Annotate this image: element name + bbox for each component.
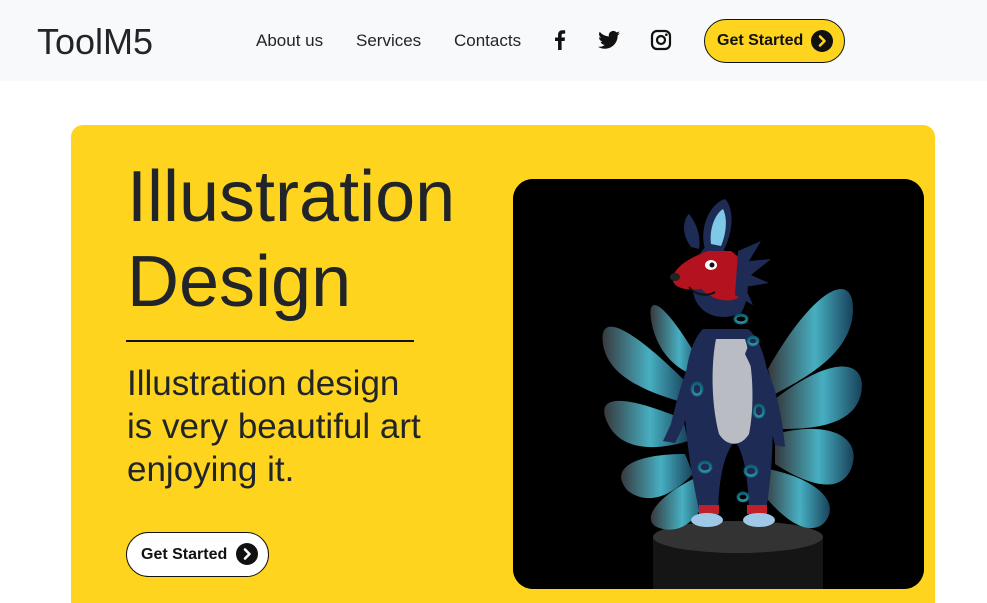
twitter-icon[interactable] — [597, 28, 621, 52]
chevron-right-icon — [811, 30, 833, 52]
get-started-nav-button[interactable]: Get Started — [704, 19, 845, 63]
fox-creature-illustration — [513, 179, 924, 589]
get-started-hero-label: Get Started — [141, 545, 228, 563]
nav-link-about-us[interactable]: About us — [256, 31, 323, 51]
hero-section: Illustration Design Illustration design … — [71, 125, 935, 603]
hero-illustration-image — [513, 179, 924, 589]
chevron-right-icon — [236, 543, 258, 565]
brand-logo[interactable]: ToolM5 — [37, 22, 153, 62]
facebook-icon[interactable] — [548, 28, 572, 52]
get-started-nav-label: Get Started — [717, 32, 804, 49]
hero-title-line-1: Illustration — [127, 157, 456, 237]
hero-divider — [126, 340, 414, 342]
instagram-icon[interactable] — [649, 28, 673, 52]
hero-subtitle: Illustration design is very beautiful ar… — [127, 364, 421, 489]
nav-link-contacts[interactable]: Contacts — [454, 31, 521, 51]
hero-title: Illustration Design — [127, 155, 487, 325]
nav-link-services[interactable]: Services — [356, 31, 421, 51]
hero-title-line-2: Design — [127, 242, 352, 322]
get-started-hero-button[interactable]: Get Started — [126, 532, 269, 577]
navbar: ToolM5 About us Services Contacts Get St… — [0, 0, 987, 81]
